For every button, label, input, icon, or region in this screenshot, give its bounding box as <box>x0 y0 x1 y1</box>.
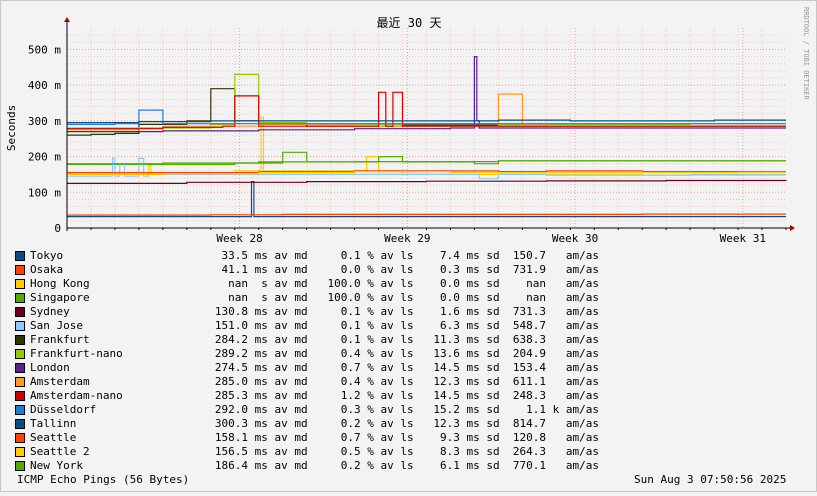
x-tick-label: Week 30 <box>552 232 598 245</box>
legend-series-stats: 289.2 ms av md 0.4 % av ls 13.6 ms sd 20… <box>214 347 599 360</box>
y-tick-label: 0 <box>54 222 61 235</box>
legend-series-stats: nan s av md 100.0 % av ls 0.0 ms sd nan … <box>228 291 599 304</box>
legend-series-stats: 41.1 ms av md 0.0 % av ls 0.3 ms sd 731.… <box>221 263 600 276</box>
x-tick-label: Week 31 <box>720 232 766 245</box>
legend-series-stats: 33.5 ms av md 0.1 % av ls 7.4 ms sd 150.… <box>221 249 600 262</box>
rrdtool-credit: RRDTOOL / TOBI OETIKER <box>801 7 813 132</box>
y-tick-label: 400 m <box>28 79 61 92</box>
x-tick-label: Week 28 <box>216 232 262 245</box>
chart-title: 最近 30 天 <box>377 16 442 30</box>
legend-series-stats: 274.5 ms av md 0.7 % av ls 14.5 ms sd 15… <box>214 361 599 374</box>
y-tick-label: 100 m <box>28 186 61 199</box>
y-tick-label: 500 m <box>28 43 61 56</box>
legend-series-stats: 130.8 ms av md 0.1 % av ls 1.6 ms sd 731… <box>214 305 599 318</box>
legend-series-stats: 285.0 ms av md 0.4 % av ls 12.3 ms sd 61… <box>214 375 599 388</box>
legend-series-stats: nan s av md 100.0 % av ls 0.0 ms sd nan … <box>228 277 599 290</box>
chart-frame: 最近 30 天 Seconds 0 100 m 200 m 300 m 400 m 500… <box>0 0 817 492</box>
x-axis-arrow <box>790 225 795 231</box>
y-tick-labels: 0 100 m 200 m 300 m 400 m 500 m <box>28 43 61 235</box>
x-tick-labels: Week 28 Week 29 Week 30 Week 31 <box>216 232 766 245</box>
y-axis-arrow <box>64 17 70 22</box>
legend-series-stats: 151.0 ms av md 0.1 % av ls 6.3 ms sd 548… <box>214 319 599 332</box>
y-tick-label: 200 m <box>28 151 61 164</box>
legend-series-stats: 158.1 ms av md 0.7 % av ls 9.3 ms sd 120… <box>214 431 599 444</box>
y-axis-label: Seconds <box>5 105 18 151</box>
x-tick-label: Week 29 <box>384 232 430 245</box>
legend-series-stats: 300.3 ms av md 0.2 % av ls 12.3 ms sd 81… <box>214 417 599 430</box>
footer-description: ICMP Echo Pings (56 Bytes) <box>17 473 190 486</box>
y-tick-label: 300 m <box>28 115 61 128</box>
legend-series-stats: 186.4 ms av md 0.2 % av ls 6.1 ms sd 770… <box>214 459 599 472</box>
legend-series-stats: 284.2 ms av md 0.1 % av ls 11.3 ms sd 63… <box>214 333 599 346</box>
footer-timestamp: Sun Aug 3 07:50:56 2025 <box>634 473 787 486</box>
legend-series-stats: 292.0 ms av md 0.3 % av ls 15.2 ms sd 1.… <box>214 403 599 416</box>
legend-series-stats: 156.5 ms av md 0.5 % av ls 8.3 ms sd 264… <box>214 445 599 458</box>
legend-series-stats: 285.3 ms av md 1.2 % av ls 14.5 ms sd 24… <box>214 389 599 402</box>
rrdtool-credit-text: RRDTOOL / TOBI OETIKER <box>802 7 810 101</box>
